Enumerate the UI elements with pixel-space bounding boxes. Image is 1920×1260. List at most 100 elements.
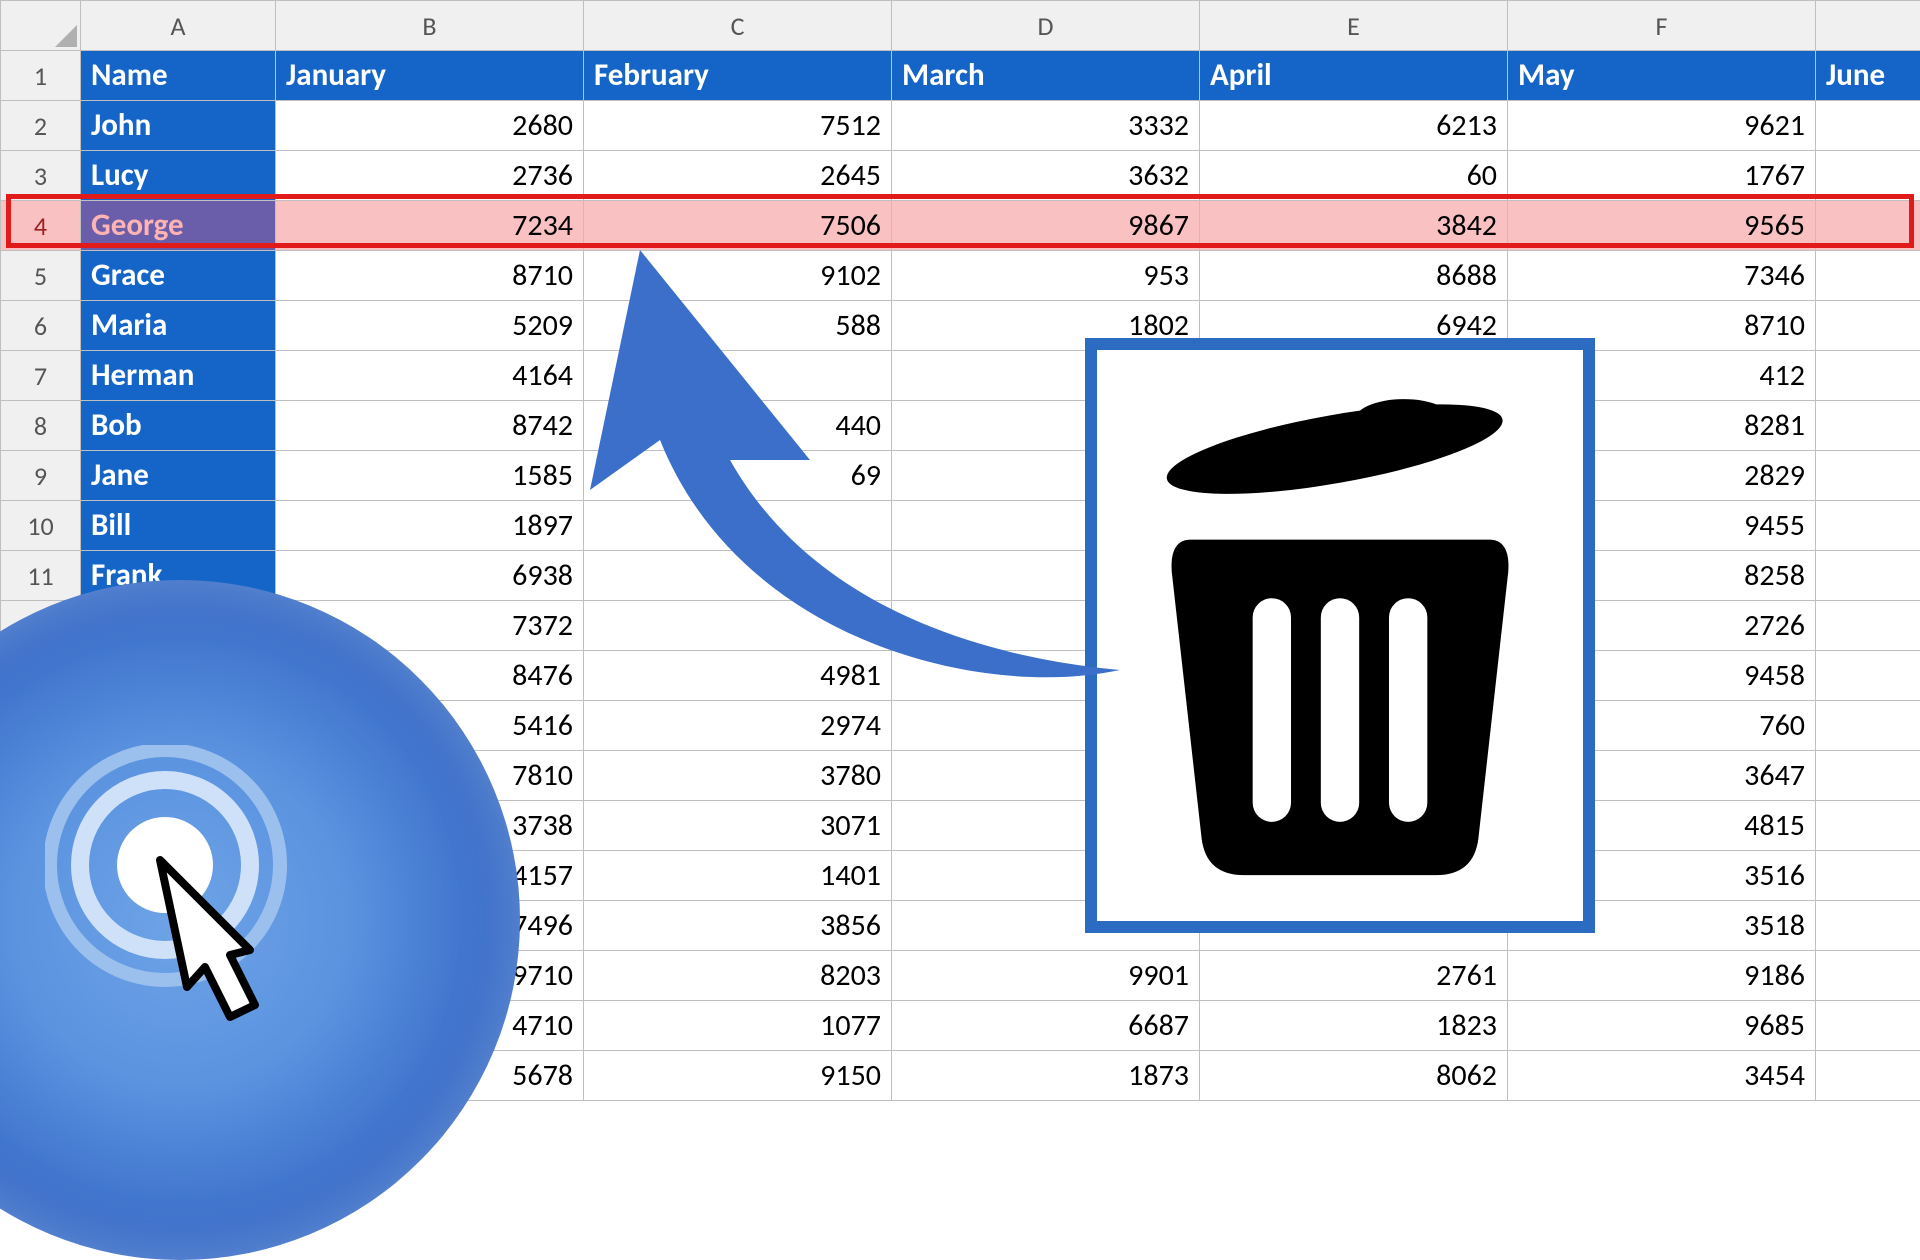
data-cell[interactable]: 3071 — [584, 801, 892, 851]
data-cell[interactable]: 3454 — [1508, 1051, 1816, 1101]
data-cell[interactable]: 8062 — [1200, 1051, 1508, 1101]
name-cell[interactable]: Maria — [81, 301, 276, 351]
data-cell[interactable]: 9102 — [584, 251, 892, 301]
data-cell[interactable]: 2645 — [584, 151, 892, 201]
data-cell[interactable]: 9901 — [892, 951, 1200, 1001]
row-header[interactable]: 9 — [1, 451, 81, 501]
data-cell[interactable]: 3856 — [584, 901, 892, 951]
row-header[interactable]: 8 — [1, 401, 81, 451]
table-row[interactable]: 2John26807512333262139621 — [1, 101, 1920, 151]
col-header-E[interactable]: E — [1200, 1, 1508, 51]
data-cell[interactable]: 440 — [584, 401, 892, 451]
data-cell[interactable]: 3842 — [1200, 201, 1508, 251]
data-cell[interactable]: 8710 — [276, 251, 584, 301]
table-row[interactable]: 8Bob87424408281 — [1, 401, 1920, 451]
data-cell[interactable] — [1816, 501, 1920, 551]
row-header[interactable]: 10 — [1, 501, 81, 551]
data-cell[interactable]: 6938 — [276, 551, 584, 601]
data-cell[interactable] — [1816, 201, 1920, 251]
data-cell[interactable] — [1816, 951, 1920, 1001]
data-cell[interactable]: 9565 — [1508, 201, 1816, 251]
data-cell[interactable]: 4164 — [276, 351, 584, 401]
data-cell[interactable]: 2680 — [276, 101, 584, 151]
data-cell[interactable] — [1816, 651, 1920, 701]
data-cell[interactable]: 1767 — [1508, 151, 1816, 201]
data-cell[interactable] — [1816, 901, 1920, 951]
data-cell[interactable]: 1873 — [892, 1051, 1200, 1101]
col-header-B[interactable]: B — [276, 1, 584, 51]
data-cell[interactable]: 2761 — [1200, 951, 1508, 1001]
table-row[interactable]: 7Herman4164412 — [1, 351, 1920, 401]
header-may[interactable]: May — [1508, 51, 1816, 101]
data-cell[interactable] — [1816, 151, 1920, 201]
col-header-G[interactable] — [1816, 1, 1920, 51]
row-header[interactable]: 4 — [1, 201, 81, 251]
data-cell[interactable]: 9685 — [1508, 1001, 1816, 1051]
name-cell[interactable]: Bob — [81, 401, 276, 451]
data-cell[interactable]: 7512 — [584, 101, 892, 151]
data-cell[interactable] — [1816, 551, 1920, 601]
data-cell[interactable] — [1816, 701, 1920, 751]
data-cell[interactable]: 953 — [892, 251, 1200, 301]
table-row[interactable]: 3Lucy273626453632601767 — [1, 151, 1920, 201]
table-row[interactable]: 5Grace8710910295386887346 — [1, 251, 1920, 301]
data-cell[interactable] — [584, 551, 892, 601]
row-header[interactable]: 7 — [1, 351, 81, 401]
data-cell[interactable] — [584, 601, 892, 651]
row-header[interactable]: 6 — [1, 301, 81, 351]
row-header-1[interactable]: 1 — [1, 51, 81, 101]
data-cell[interactable]: 588 — [584, 301, 892, 351]
data-cell[interactable] — [1816, 251, 1920, 301]
data-cell[interactable]: 8203 — [584, 951, 892, 1001]
col-header-A[interactable]: A — [81, 1, 276, 51]
data-cell[interactable]: 2736 — [276, 151, 584, 201]
name-cell[interactable]: Grace — [81, 251, 276, 301]
row-header[interactable]: 5 — [1, 251, 81, 301]
table-row[interactable]: 4George72347506986738429565 — [1, 201, 1920, 251]
data-cell[interactable] — [1816, 401, 1920, 451]
name-cell[interactable]: Bill — [81, 501, 276, 551]
row-header[interactable]: 3 — [1, 151, 81, 201]
table-row[interactable]: 11Frank69388258 — [1, 551, 1920, 601]
data-cell[interactable] — [584, 351, 892, 401]
header-february[interactable]: February — [584, 51, 892, 101]
data-cell[interactable]: 9150 — [584, 1051, 892, 1101]
data-cell[interactable]: 7506 — [584, 201, 892, 251]
select-all-cell[interactable] — [1, 1, 81, 51]
data-cell[interactable]: 3332 — [892, 101, 1200, 151]
col-header-C[interactable]: C — [584, 1, 892, 51]
col-header-F[interactable]: F — [1508, 1, 1816, 51]
header-june[interactable]: June — [1816, 51, 1920, 101]
header-march[interactable]: March — [892, 51, 1200, 101]
header-january[interactable]: January — [276, 51, 584, 101]
table-row[interactable]: 6Maria5209588180269428710 — [1, 301, 1920, 351]
table-row[interactable]: 9Jane1585692829 — [1, 451, 1920, 501]
row-header[interactable]: 11 — [1, 551, 81, 601]
data-cell[interactable]: 3632 — [892, 151, 1200, 201]
col-header-D[interactable]: D — [892, 1, 1200, 51]
row-header[interactable]: 2 — [1, 101, 81, 151]
data-cell[interactable]: 2974 — [584, 701, 892, 751]
data-cell[interactable]: 8688 — [1200, 251, 1508, 301]
data-cell[interactable]: 6687 — [892, 1001, 1200, 1051]
data-cell[interactable] — [1816, 101, 1920, 151]
data-cell[interactable] — [1816, 1051, 1920, 1101]
data-cell[interactable]: 69 — [584, 451, 892, 501]
data-cell[interactable]: 9186 — [1508, 951, 1816, 1001]
data-cell[interactable]: 4981 — [584, 651, 892, 701]
data-cell[interactable]: 8742 — [276, 401, 584, 451]
data-cell[interactable]: 1585 — [276, 451, 584, 501]
data-cell[interactable] — [1816, 351, 1920, 401]
data-cell[interactable]: 6213 — [1200, 101, 1508, 151]
data-cell[interactable] — [1816, 751, 1920, 801]
data-cell[interactable] — [1816, 851, 1920, 901]
header-row-1[interactable]: 1 Name January February March April May … — [1, 51, 1920, 101]
name-cell[interactable]: Herman — [81, 351, 276, 401]
data-cell[interactable]: 1823 — [1200, 1001, 1508, 1051]
data-cell[interactable] — [1816, 801, 1920, 851]
data-cell[interactable]: 5209 — [276, 301, 584, 351]
data-cell[interactable] — [1816, 1001, 1920, 1051]
data-cell[interactable]: 9867 — [892, 201, 1200, 251]
data-cell[interactable] — [1816, 601, 1920, 651]
name-cell[interactable]: John — [81, 101, 276, 151]
